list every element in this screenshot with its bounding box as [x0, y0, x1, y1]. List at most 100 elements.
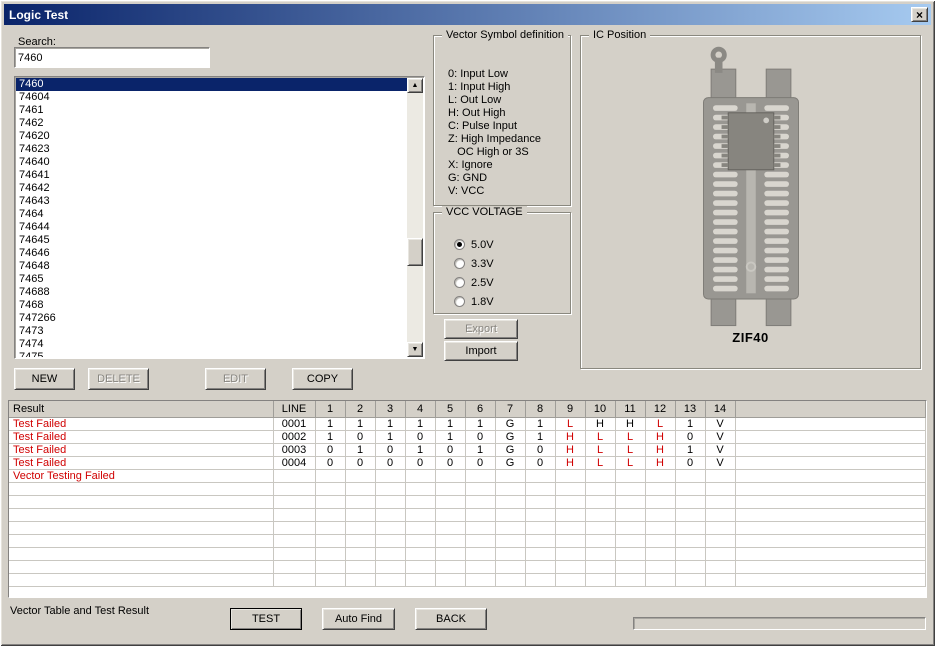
list-item-74688[interactable]: 74688 [16, 286, 407, 299]
vector-cell [705, 482, 735, 495]
vector-cell [495, 508, 525, 521]
list-item-74645[interactable]: 74645 [16, 234, 407, 247]
new-button[interactable]: NEW [14, 368, 75, 390]
result-row: Test Failed0004000000G0HLLH0V [9, 456, 926, 469]
back-button[interactable]: BACK [415, 608, 487, 630]
list-item-74646[interactable]: 74646 [16, 247, 407, 260]
vector-cell [615, 534, 645, 547]
vcc-option-1.8V[interactable]: 1.8V [454, 292, 570, 311]
edit-button[interactable]: EDIT [205, 368, 266, 390]
vector-cell [375, 495, 405, 508]
vector-cell [585, 573, 615, 586]
filler-cell [735, 547, 926, 560]
filler-cell [735, 482, 926, 495]
list-item-7475[interactable]: 7475 [16, 351, 407, 357]
vector-cell [315, 495, 345, 508]
list-item-74623[interactable]: 74623 [16, 143, 407, 156]
list-item-7474[interactable]: 7474 [16, 338, 407, 351]
vcc-option-3.3V[interactable]: 3.3V [454, 254, 570, 273]
result-row: Test Failed0003010101G0HLLH1V [9, 443, 926, 456]
vector-cell: 1 [405, 443, 435, 456]
list-item-7461[interactable]: 7461 [16, 104, 407, 117]
list-item-74641[interactable]: 74641 [16, 169, 407, 182]
vector-cell [585, 482, 615, 495]
vcc-option-2.5V[interactable]: 2.5V [454, 273, 570, 292]
vector-cell [345, 521, 375, 534]
search-input[interactable] [14, 47, 210, 68]
list-item-7460[interactable]: 7460 [16, 78, 407, 91]
vector-cell [405, 508, 435, 521]
scroll-down-button[interactable]: ▼ [407, 342, 423, 357]
vector-cell [615, 573, 645, 586]
delete-button[interactable]: DELETE [88, 368, 149, 390]
vector-cell [465, 573, 495, 586]
list-item-74640[interactable]: 74640 [16, 156, 407, 169]
vector-cell [345, 508, 375, 521]
vector-cell [555, 482, 585, 495]
vector-cell [435, 495, 465, 508]
auto-find-button[interactable]: Auto Find [322, 608, 395, 630]
import-button[interactable]: Import [444, 341, 518, 361]
list-item-74604[interactable]: 74604 [16, 91, 407, 104]
list-item-7473[interactable]: 7473 [16, 325, 407, 338]
close-icon: × [916, 9, 923, 21]
vector-cell [525, 495, 555, 508]
line-cell: 0001 [273, 417, 315, 430]
list-item-7462[interactable]: 7462 [16, 117, 407, 130]
vector-cell [585, 547, 615, 560]
vector-cell [465, 495, 495, 508]
radio-icon[interactable] [454, 296, 465, 307]
vector-cell [555, 560, 585, 573]
empty-row [9, 495, 926, 508]
vector-cell: L [615, 430, 645, 443]
list-scrollbar[interactable]: ▲ ▼ [407, 78, 423, 357]
result-cell [9, 495, 273, 508]
list-item-7464[interactable]: 7464 [16, 208, 407, 221]
symbol-definition-line: 0: Input Low [448, 68, 570, 81]
list-item-747266[interactable]: 747266 [16, 312, 407, 325]
column-header-14: 14 [705, 401, 735, 417]
vcc-option-label: 1.8V [471, 296, 494, 308]
result-cell [9, 573, 273, 586]
list-item-74648[interactable]: 74648 [16, 260, 407, 273]
line-cell [273, 508, 315, 521]
zif-socket: ZIF40 [581, 42, 920, 368]
vector-symbol-group: Vector Symbol definition 0: Input Low1: … [433, 35, 571, 206]
list-item-74644[interactable]: 74644 [16, 221, 407, 234]
test-button[interactable]: TEST [230, 608, 302, 630]
radio-selected-icon[interactable] [454, 239, 465, 250]
scrollbar-track[interactable] [407, 93, 423, 342]
column-header-10: 10 [585, 401, 615, 417]
export-button[interactable]: Export [444, 319, 518, 339]
radio-icon[interactable] [454, 258, 465, 269]
close-button[interactable]: × [911, 7, 928, 22]
scroll-down-icon: ▼ [412, 346, 419, 353]
vector-cell [465, 508, 495, 521]
list-item-74620[interactable]: 74620 [16, 130, 407, 143]
device-listbox[interactable]: 7460746047461746274620746237464074641746… [14, 76, 425, 359]
column-header-LINE: LINE [273, 401, 315, 417]
filler-cell [735, 430, 926, 443]
vector-cell: 1 [375, 417, 405, 430]
vcc-option-5.0V[interactable]: 5.0V [454, 235, 570, 254]
symbol-definition-line: 1: Input High [448, 81, 570, 94]
scrollbar-thumb[interactable] [407, 238, 423, 266]
symbol-lines: 0: Input Low1: Input HighL: Out LowH: Ou… [434, 36, 570, 198]
vector-cell [345, 469, 375, 482]
vector-cell: 1 [375, 430, 405, 443]
vector-cell [645, 573, 675, 586]
vector-cell [405, 469, 435, 482]
list-item-74643[interactable]: 74643 [16, 195, 407, 208]
list-item-7465[interactable]: 7465 [16, 273, 407, 286]
line-cell [273, 560, 315, 573]
radio-icon[interactable] [454, 277, 465, 288]
empty-row [9, 547, 926, 560]
list-item-7468[interactable]: 7468 [16, 299, 407, 312]
vector-cell: L [555, 417, 585, 430]
list-item-74642[interactable]: 74642 [16, 182, 407, 195]
result-cell: Test Failed [9, 430, 273, 443]
vector-cell: H [645, 430, 675, 443]
scroll-up-button[interactable]: ▲ [407, 78, 423, 93]
vector-cell [525, 547, 555, 560]
copy-button[interactable]: COPY [292, 368, 353, 390]
